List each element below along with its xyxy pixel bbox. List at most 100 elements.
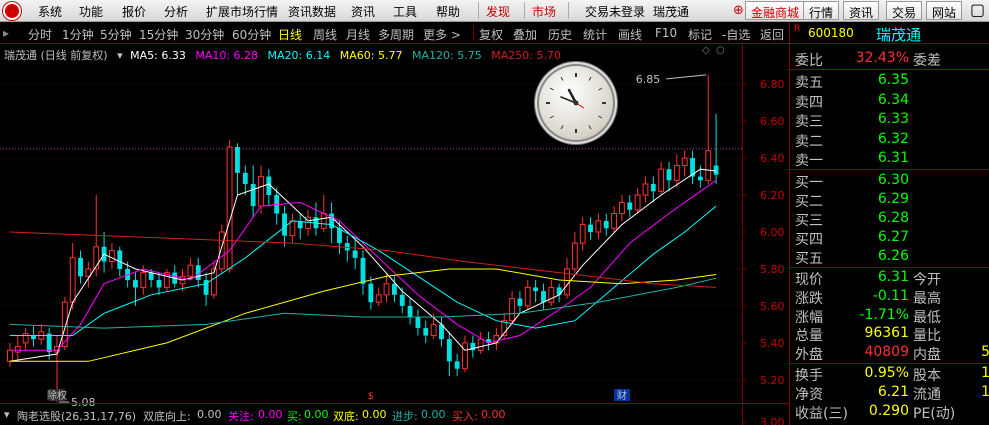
tab-1min[interactable]: 1分钟 [62, 26, 94, 43]
mark-button[interactable]: 标记 [688, 26, 712, 43]
overlay-button[interactable]: 叠加 [513, 26, 537, 43]
indicator-toggle-icon[interactable]: ▾ [4, 408, 10, 421]
indicator-title[interactable]: 陶老选股(26,31,17,76) [17, 408, 136, 424]
chart-title: 瑞茂通 (日线 前复权) [4, 49, 108, 62]
candle-body [235, 147, 240, 173]
quote-header: R 600180 瑞茂通 [790, 22, 989, 44]
candle-body [407, 305, 413, 317]
buy-row[interactable]: 买二 6.29 [790, 191, 989, 210]
y-tick-label: 5.80 [760, 263, 785, 276]
buy-label: 买四 [795, 232, 823, 248]
menu-help[interactable]: 帮助 [436, 3, 460, 20]
tab-weekly[interactable]: 周线 [313, 26, 337, 43]
tab-multi-period[interactable]: 多周期 [378, 26, 414, 43]
menu-market[interactable]: 市场 [532, 3, 556, 20]
candle-body [673, 164, 680, 181]
candle-body [7, 349, 13, 362]
indicator-label: 买: [287, 410, 302, 423]
stat-value: 0.95% [864, 365, 909, 381]
stat-value-2: 5 [981, 344, 989, 360]
buy-row[interactable]: 买一 6.30 [790, 172, 989, 191]
history-button[interactable]: 历史 [548, 26, 572, 43]
sell-row[interactable]: 卖一 6.31 [790, 150, 989, 169]
remove-watchlist-button[interactable]: -自选 [722, 26, 750, 43]
indicator-value: 0.00 [481, 408, 506, 421]
tab-daily[interactable]: 日线 [278, 26, 302, 43]
buy-row[interactable]: 买三 6.28 [790, 210, 989, 229]
weibi-value: 32.43% [855, 50, 909, 66]
buy-row[interactable]: 买四 6.27 [790, 229, 989, 248]
candle-body [571, 242, 578, 270]
website-button[interactable]: 网站 [926, 1, 963, 20]
finance-mall-button[interactable]: 金融商城 [745, 1, 806, 20]
menu-discover[interactable]: 发现 [486, 3, 510, 20]
info-button[interactable]: 资讯 [843, 1, 880, 20]
event-marker: 除权 [47, 389, 67, 402]
kline-chart[interactable]: 6.806.606.406.206.005.805.605.405.203.00… [0, 44, 789, 425]
stat-label-2: 最低 [913, 310, 941, 326]
draw-line-button[interactable]: 画线 [618, 26, 642, 43]
y-tick-label: 5.40 [760, 337, 785, 350]
menu-info[interactable]: 资讯 [351, 3, 375, 20]
candle-body [462, 342, 468, 370]
stat-label: 换手 [795, 368, 823, 384]
menu-info-data[interactable]: 资讯数据 [288, 3, 336, 20]
candle-body [187, 264, 194, 277]
buy-row[interactable]: 买五 6.26 [790, 248, 989, 267]
candle-body [46, 333, 52, 353]
legend-ma20: MA20: 6.14 [267, 49, 331, 62]
candle-body [595, 220, 602, 233]
legend-toggle-icon[interactable]: ▾ [117, 49, 123, 62]
menu-analysis[interactable]: 分析 [164, 3, 188, 20]
chart-settings-icon[interactable]: ◇ [702, 45, 710, 56]
candle-body [524, 286, 531, 307]
candle-body [31, 335, 36, 340]
menu-quote[interactable]: 报价 [122, 3, 146, 20]
menu-system[interactable]: 系统 [38, 3, 62, 20]
stat-label: 涨跌 [795, 291, 823, 307]
sell-row[interactable]: 卖四 6.34 [790, 92, 989, 111]
f10-button[interactable]: F10 [655, 26, 677, 40]
tab-intraday[interactable]: 分时 [28, 26, 52, 43]
quote-panel: R 600180 瑞茂通 委比 32.43% 委差 卖五 6.35 卖四 6.3… [789, 22, 989, 425]
stat-value-2: 1 [981, 384, 989, 400]
menu-extended-market[interactable]: 扩展市场行情 [206, 3, 278, 20]
sell-row[interactable]: 卖五 6.35 [790, 72, 989, 91]
candle-body [533, 287, 539, 292]
menu-tools[interactable]: 工具 [393, 3, 417, 20]
kline-chart-panel[interactable]: 6.80 6.60 6.40 6.20 6.00 5.80 5.60 5.40 5.20 3.00… [0, 44, 789, 425]
scroll-right-icon[interactable]: ▸ [3, 26, 9, 40]
tab-more[interactable]: 更多 > [423, 26, 461, 43]
chart-close-icon[interactable]: ○ [716, 45, 725, 56]
tab-30min[interactable]: 30分钟 [185, 26, 224, 43]
buy-price: 6.29 [877, 191, 909, 207]
candle-body [627, 202, 633, 210]
legend-ma250: MA250: 5.70 [491, 49, 561, 62]
indicator-value: 0.00 [304, 408, 329, 421]
tab-monthly[interactable]: 月线 [346, 26, 370, 43]
stat-label-2: 股本 [913, 368, 941, 384]
stat-value: -0.11 [872, 288, 909, 304]
menu-function[interactable]: 功能 [79, 3, 103, 20]
trade-button[interactable]: 交易 [886, 1, 923, 20]
candle-body [337, 228, 342, 244]
candle-body [697, 176, 703, 181]
tab-15min[interactable]: 15分钟 [139, 26, 178, 43]
app-logo-icon [3, 2, 21, 20]
statistics-button[interactable]: 统计 [583, 26, 607, 43]
tab-5min[interactable]: 5分钟 [100, 26, 132, 43]
tab-60min[interactable]: 60分钟 [232, 26, 271, 43]
stat-label: 总量 [795, 328, 823, 344]
quote-button[interactable]: 行情 [803, 1, 840, 20]
back-button[interactable]: 返回 [760, 26, 784, 43]
adjust-button[interactable]: 复权 [479, 26, 503, 43]
sell-row[interactable]: 卖二 6.32 [790, 131, 989, 150]
candle-body [579, 224, 586, 244]
sell-price: 6.34 [877, 92, 909, 108]
sell-row[interactable]: 卖三 6.33 [790, 111, 989, 130]
window-control-icon[interactable]: ▢ [970, 0, 985, 19]
clock-widget [539, 66, 613, 140]
menu-stock-name: 瑞茂通 [653, 5, 690, 19]
candle-body [666, 169, 672, 181]
sell-label: 卖三 [795, 114, 823, 130]
